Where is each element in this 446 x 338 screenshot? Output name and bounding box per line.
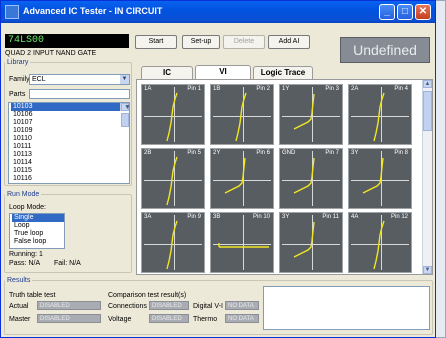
vi-trace <box>293 221 315 258</box>
parts-list-item[interactable]: 10115 <box>11 167 120 175</box>
parts-list[interactable]: 10103 10106 10107 10109 10110 10111 10113 10114… <box>8 102 130 184</box>
start-button[interactable]: Start <box>135 35 177 49</box>
parts-list-item[interactable]: 10114 <box>11 159 120 167</box>
parts-list-item[interactable]: 10107 <box>11 119 120 127</box>
parts-list-item[interactable]: 10109 <box>11 127 120 135</box>
loop-mode-item[interactable]: False loop <box>12 238 64 246</box>
parts-list-item[interactable]: 10111 <box>11 143 120 151</box>
vi-cell[interactable]: 1A Pin 1 <box>141 84 205 145</box>
parts-list-item[interactable]: 10116 <box>11 175 120 183</box>
pass-label: Pass: N/A <box>9 260 41 267</box>
master-label: Master <box>9 316 31 323</box>
loop-mode-item[interactable]: Single <box>12 214 64 222</box>
title-bar[interactable]: Advanced IC Tester - IN CIRCUIT _ □ ✕ <box>1 1 435 23</box>
vi-trace <box>166 156 178 206</box>
loop-mode-item[interactable]: Loop <box>12 222 64 230</box>
family-select-value: ECL <box>32 76 46 83</box>
tab-ic[interactable]: IC <box>141 66 193 79</box>
running-label: Running: 1 <box>9 251 43 258</box>
connections-label: Connections <box>108 303 147 310</box>
connections-value: DISABLED <box>149 301 189 310</box>
parts-filter-input[interactable] <box>29 89 130 99</box>
add-ai-button[interactable]: Add AI <box>268 35 310 49</box>
parts-label: Parts <box>9 91 26 98</box>
vi-trace <box>293 157 315 194</box>
scroll-thumb[interactable] <box>423 91 432 131</box>
vi-cell[interactable]: 4A Pin 12 <box>348 212 412 273</box>
close-icon[interactable]: ✕ <box>415 4 431 20</box>
loop-mode-item[interactable]: True loop <box>12 230 64 238</box>
results-log-area[interactable] <box>263 286 430 330</box>
fail-label: Fail: N/A <box>54 260 81 267</box>
vi-cell[interactable]: 3A Pin 9 <box>141 212 205 273</box>
scroll-down-icon[interactable]: ▼ <box>121 103 129 111</box>
scroll-up-icon[interactable]: ▲ <box>423 80 432 88</box>
window-title: Advanced IC Tester - IN CIRCUIT <box>23 6 163 16</box>
loop-mode-list[interactable]: Single Loop True loop False loop <box>9 213 65 249</box>
vi-trace <box>218 243 269 248</box>
parts-list-item[interactable]: 10103 <box>11 103 120 111</box>
results-legend: Results <box>7 277 31 284</box>
tab-logic-trace[interactable]: Logic Trace <box>253 66 313 79</box>
vi-trace <box>166 92 178 142</box>
run-mode-legend: Run Mode <box>7 191 40 198</box>
actual-label: Actual <box>9 303 29 310</box>
parts-list-item[interactable]: 10113 <box>11 151 120 159</box>
parts-scrollbar[interactable]: ▲ ▼ <box>120 103 129 127</box>
library-legend: Library <box>7 59 29 66</box>
scroll-down-icon[interactable]: ▼ <box>423 266 432 274</box>
main-window: Advanced IC Tester - IN CIRCUIT _ □ ✕ 74… <box>0 0 436 338</box>
voltage-value: DISABLED <box>149 314 189 323</box>
vi-cell[interactable]: 2A Pin 4 <box>348 84 412 145</box>
vi-cell[interactable]: 1Y Pin 3 <box>279 84 343 145</box>
chevron-down-icon[interactable]: ▼ <box>120 75 129 84</box>
vi-cell[interactable]: 3B Pin 10 <box>210 212 274 273</box>
family-select[interactable]: ECL ▼ <box>29 74 130 85</box>
vi-trace <box>235 92 247 142</box>
maximize-icon[interactable]: □ <box>397 4 413 20</box>
vi-cell[interactable]: 3Y Pin 8 <box>348 148 412 209</box>
vi-cell[interactable]: 2Y Pin 6 <box>210 148 274 209</box>
thermo-value: NO DATA <box>225 314 259 323</box>
parts-list-item[interactable]: 10110 <box>11 135 120 143</box>
vi-trace <box>362 157 384 194</box>
digital-vi-value: NO DATA <box>225 301 259 310</box>
vi-cell[interactable]: 2B Pin 5 <box>141 148 205 209</box>
actual-value: DISABLED <box>37 301 101 310</box>
scroll-thumb[interactable] <box>121 113 129 127</box>
vi-trace <box>166 220 178 270</box>
parts-list-item[interactable]: 10106 <box>11 111 120 119</box>
master-value: DISABLED <box>37 314 101 323</box>
delete-button[interactable]: Delete <box>223 35 265 49</box>
vi-trace <box>224 157 246 194</box>
grid-scrollbar[interactable]: ▲ ▼ <box>422 80 432 274</box>
vi-cell[interactable]: 3Y Pin 11 <box>279 212 343 273</box>
parts-list-item[interactable]: 10117 <box>11 183 120 184</box>
app-icon <box>5 5 19 19</box>
vi-curve-grid: 1A Pin 1 1B Pin 2 1Y Pin 3 2A Pin 4 2B Pin 5 2Y Pin… <box>136 79 433 275</box>
thermo-label: Thermo <box>193 316 218 323</box>
vi-cell[interactable]: GND Pin 7 <box>279 148 343 209</box>
device-description: QUAD 2 INPUT NAND GATE <box>5 50 97 57</box>
vi-trace <box>373 92 385 142</box>
voltage-label: Voltage <box>108 316 132 323</box>
tab-vi[interactable]: VI <box>195 65 251 79</box>
setup-button[interactable]: Set-up <box>182 35 220 49</box>
digital-vi-label: Digital V-I <box>193 303 223 310</box>
comparison-label: Comparison test result(s) <box>108 292 187 299</box>
loop-mode-label: Loop Mode: <box>9 204 46 211</box>
vi-cell[interactable]: 1B Pin 2 <box>210 84 274 145</box>
vi-trace <box>293 93 315 130</box>
truth-table-label: Truth table test <box>9 292 56 299</box>
minimize-icon[interactable]: _ <box>379 4 395 20</box>
device-name-display: 74LS00 <box>5 34 129 48</box>
vi-trace <box>373 220 385 270</box>
status-indicator: Undefined <box>340 37 430 63</box>
